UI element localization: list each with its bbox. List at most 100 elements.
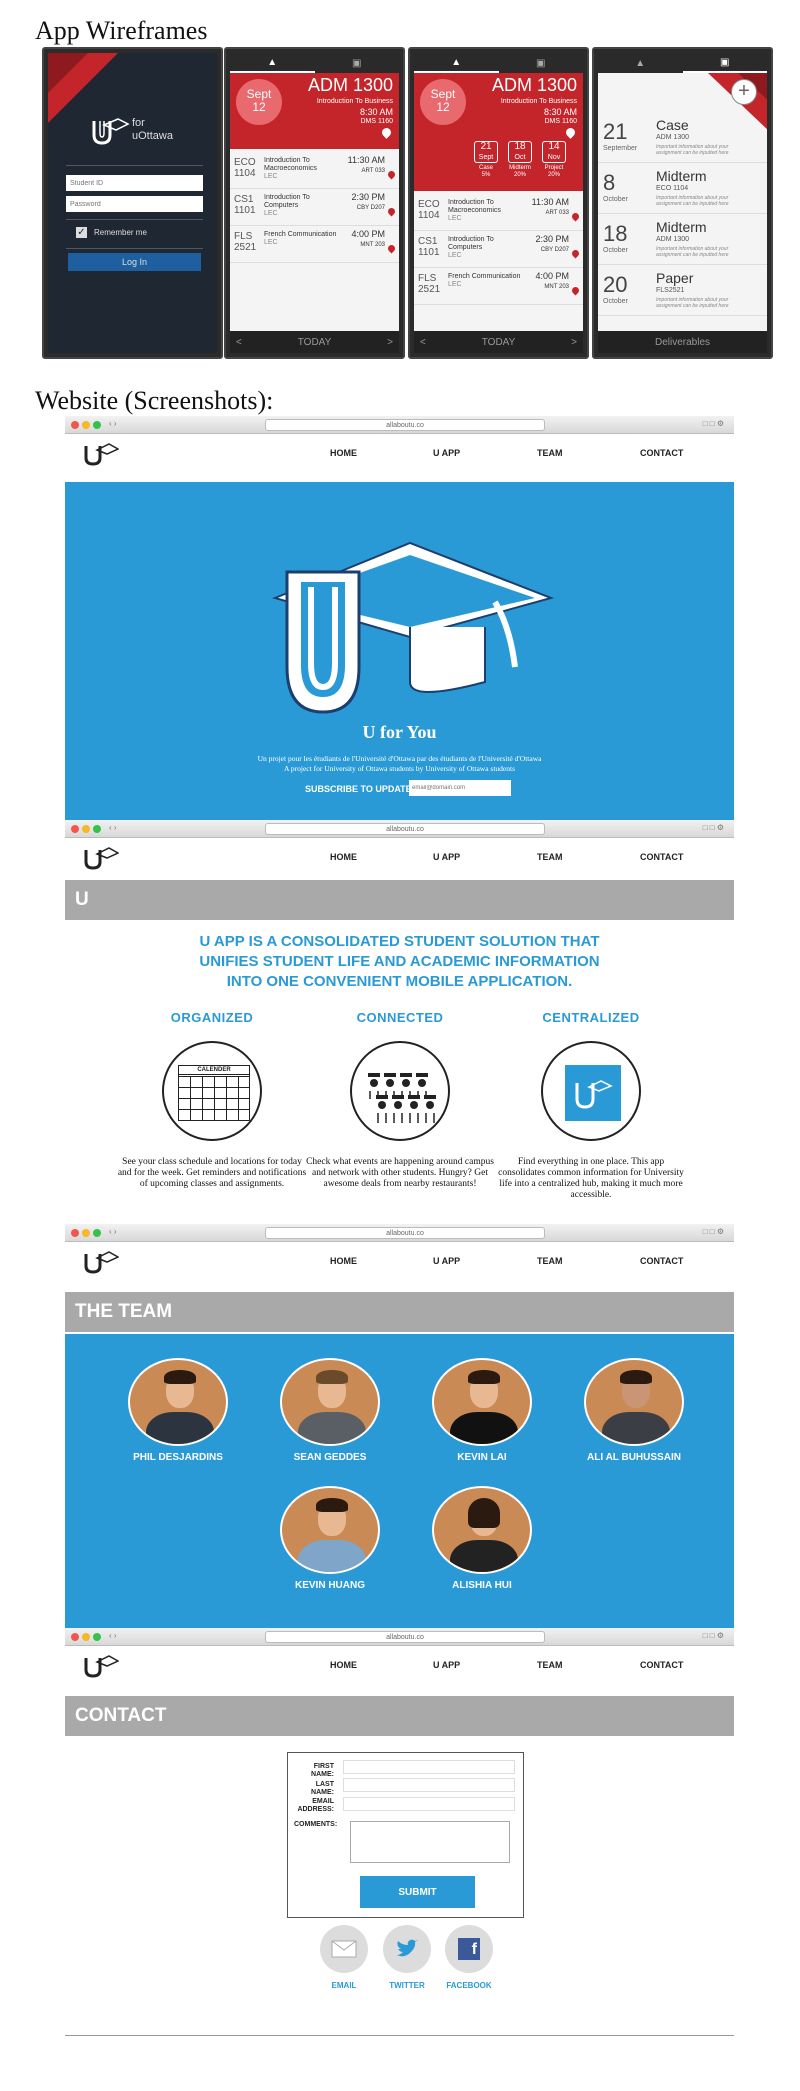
deliverable-badge[interactable]: 18 Oct — [508, 141, 532, 163]
close-window-button[interactable] — [71, 1229, 79, 1237]
location-pin-icon[interactable] — [380, 126, 393, 139]
location-pin-icon[interactable] — [564, 126, 577, 139]
tab-deliverables[interactable]: ▣ — [499, 53, 584, 73]
last-name-label: LAST NAME: — [311, 1781, 334, 1796]
address-bar[interactable]: allaboutu.co — [265, 1227, 545, 1239]
nav-contact[interactable]: CONTACT — [640, 1660, 683, 1670]
share-icon[interactable]: □ □ ⚙ — [703, 1227, 724, 1236]
student-id-input[interactable] — [66, 175, 203, 191]
nav-team[interactable]: TEAM — [537, 1660, 563, 1670]
twitter-icon[interactable] — [383, 1925, 431, 1973]
tab-schedule[interactable]: ▲ — [598, 53, 683, 73]
login-button[interactable]: Log In — [68, 253, 201, 271]
back-forward-icon[interactable]: ‹ › — [109, 823, 117, 832]
location-pin-icon[interactable] — [386, 169, 397, 180]
deliverable-badge[interactable]: 14 Nov — [542, 141, 566, 163]
location-pin-icon[interactable] — [570, 285, 581, 296]
u-logo-icon[interactable] — [83, 1654, 119, 1678]
social-label: EMAIL — [331, 1981, 357, 1990]
close-window-button[interactable] — [71, 421, 79, 429]
nav-home[interactable]: HOME — [330, 1256, 357, 1266]
location-pin-icon[interactable] — [386, 243, 397, 254]
class-row[interactable]: ECO 1104 Introduction To Macroeconomics LE… — [414, 195, 583, 231]
nav-home[interactable]: HOME — [330, 1660, 357, 1670]
comments-textarea[interactable] — [350, 1821, 510, 1863]
class-row[interactable]: FLS 2521 French Communication LEC 4:00 PM M… — [230, 227, 399, 263]
share-icon[interactable]: □ □ ⚙ — [703, 419, 724, 428]
app-icon — [541, 1041, 641, 1141]
deliverable-item[interactable]: 21 September Case ADM 1300 Important inform… — [598, 113, 767, 163]
share-icon[interactable]: □ □ ⚙ — [703, 823, 724, 832]
nav-team[interactable]: TEAM — [537, 852, 563, 862]
nav-home[interactable]: HOME — [330, 448, 357, 458]
address-bar[interactable]: allaboutu.co — [265, 419, 545, 431]
email-input[interactable] — [343, 1797, 515, 1811]
minimize-window-button[interactable] — [82, 825, 90, 833]
u-logo-icon[interactable] — [83, 1250, 119, 1274]
minimize-window-button[interactable] — [82, 1229, 90, 1237]
nav-uapp[interactable]: U APP — [433, 1660, 460, 1670]
location-pin-icon[interactable] — [570, 211, 581, 222]
member-photo — [280, 1358, 380, 1446]
tab-schedule[interactable]: ▲ — [230, 53, 315, 73]
maximize-window-button[interactable] — [93, 825, 101, 833]
nav-team[interactable]: TEAM — [537, 1256, 563, 1266]
back-forward-icon[interactable]: ‹ › — [109, 419, 117, 428]
subscribe-email-input[interactable] — [409, 780, 511, 796]
address-bar[interactable]: allaboutu.co — [265, 1631, 545, 1643]
nav-contact[interactable]: CONTACT — [640, 448, 683, 458]
location-pin-icon[interactable] — [386, 206, 397, 217]
social-email[interactable]: EMAIL — [317, 1925, 371, 1990]
minimize-window-button[interactable] — [82, 421, 90, 429]
back-forward-icon[interactable]: ‹ › — [109, 1631, 117, 1640]
nav-contact[interactable]: CONTACT — [640, 852, 683, 862]
nav-home[interactable]: HOME — [330, 852, 357, 862]
maximize-window-button[interactable] — [93, 1229, 101, 1237]
first-name-input[interactable] — [343, 1760, 515, 1774]
contact-section-bar: CONTACT — [65, 1696, 734, 1736]
day-navigator: < TODAY > — [230, 331, 399, 353]
deliverable-item[interactable]: 8 October Midterm ECO 1104 Important inform… — [598, 164, 767, 214]
u-logo-icon[interactable] — [83, 846, 119, 870]
nav-uapp[interactable]: U APP — [433, 852, 460, 862]
minimize-window-button[interactable] — [82, 1633, 90, 1641]
facebook-icon[interactable]: f — [445, 1925, 493, 1973]
class-row[interactable]: CS1 1101 Introduction To Computers LEC 2:3… — [230, 190, 399, 226]
nav-team[interactable]: TEAM — [537, 448, 563, 458]
next-day-button[interactable]: > — [571, 337, 577, 348]
submit-button[interactable]: SUBMIT — [360, 1876, 475, 1908]
social-facebook[interactable]: f FACEBOOK — [442, 1925, 496, 1990]
prev-day-button[interactable]: < — [236, 337, 242, 348]
deliverable-badge[interactable]: 21 Sept — [474, 141, 498, 163]
location-pin-icon[interactable] — [570, 248, 581, 259]
tab-deliverables[interactable]: ▣ — [315, 53, 400, 73]
nav-uapp[interactable]: U APP — [433, 1256, 460, 1266]
social-twitter[interactable]: TWITTER — [380, 1925, 434, 1990]
maximize-window-button[interactable] — [93, 1633, 101, 1641]
add-deliverable-button[interactable]: + — [731, 79, 757, 105]
tab-schedule[interactable]: ▲ — [414, 53, 499, 73]
next-class-header: Sept 12 ADM 1300 Introduction To Business… — [230, 73, 399, 149]
nav-uapp[interactable]: U APP — [433, 448, 460, 458]
email-icon[interactable] — [320, 1925, 368, 1973]
class-row[interactable]: CS1 1101 Introduction To Computers LEC 2:3… — [414, 232, 583, 268]
deliverable-item[interactable]: 20 October Paper FLS2521 Important informat… — [598, 266, 767, 316]
share-icon[interactable]: □ □ ⚙ — [703, 1631, 724, 1640]
close-window-button[interactable] — [71, 825, 79, 833]
maximize-window-button[interactable] — [93, 421, 101, 429]
last-name-input[interactable] — [343, 1778, 515, 1792]
class-row[interactable]: FLS 2521 French Communication LEC 4:00 PM M… — [414, 269, 583, 305]
remember-checkbox[interactable]: ✓ — [76, 227, 87, 238]
next-day-button[interactable]: > — [387, 337, 393, 348]
close-window-button[interactable] — [71, 1633, 79, 1641]
nav-contact[interactable]: CONTACT — [640, 1256, 683, 1266]
prev-day-button[interactable]: < — [420, 337, 426, 348]
password-input[interactable] — [66, 196, 203, 212]
class-row[interactable]: ECO 1104 Introduction To Macroeconomics LE… — [230, 153, 399, 189]
deliverable-item[interactable]: 18 October Midterm ADM 1300 Important infor… — [598, 215, 767, 265]
uapp-headline: U APP IS A CONSOLIDATED STUDENT SOLUTION… — [199, 933, 600, 990]
tab-deliverables[interactable]: ▣ — [682, 53, 767, 73]
address-bar[interactable]: allaboutu.co — [265, 823, 545, 835]
back-forward-icon[interactable]: ‹ › — [109, 1227, 117, 1236]
u-logo-icon[interactable] — [83, 442, 119, 466]
